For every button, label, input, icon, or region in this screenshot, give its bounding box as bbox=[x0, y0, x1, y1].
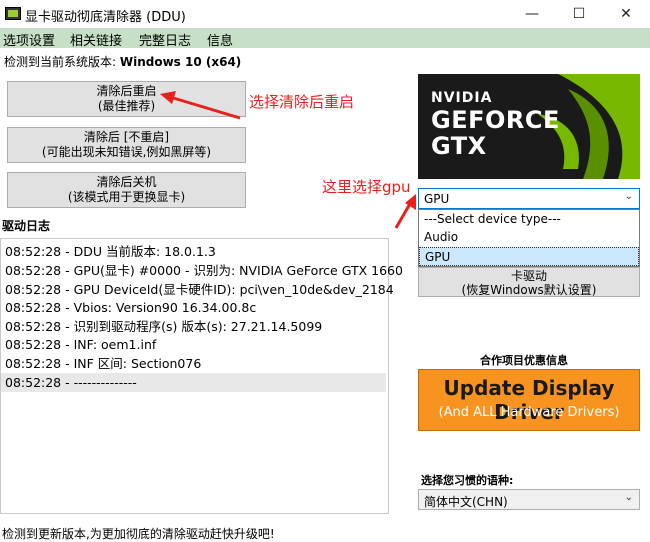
option-gpu[interactable]: GPU bbox=[419, 247, 639, 266]
annotation-gpu: 这里选择gpu bbox=[322, 178, 411, 196]
annotation-restart: 选择清除后重启 bbox=[249, 93, 355, 111]
log-label: 驱动日志 bbox=[2, 219, 51, 233]
arrow-to-gpu-select bbox=[394, 194, 416, 229]
nvidia-geforce-gtx-logo: NVIDIA GEFORCE GTX bbox=[418, 74, 640, 179]
option-select-device[interactable]: ---Select device type--- bbox=[419, 210, 639, 229]
device-type-dropdown[interactable]: ---Select device type--- Audio GPU bbox=[418, 209, 640, 267]
restore-sub: (恢复Windows默认设置) bbox=[461, 283, 597, 297]
log-row: 08:52:28 - 识别到驱动程序(s) 版本(s): 27.21.14.50… bbox=[5, 319, 323, 334]
log-row: 08:52:28 - INF 区间: Section076 bbox=[5, 356, 202, 371]
log-row: 08:52:28 - DDU 当前版本: 18.0.1.3 bbox=[5, 244, 216, 259]
log-row: 08:52:28 - Vbios: Version90 16.34.00.8c bbox=[5, 300, 257, 315]
log-row: 08:52:28 - GPU DeviceId(显卡硬件ID): pci\ven… bbox=[5, 282, 394, 297]
status-message: 检测到更新版本,为更加彻底的清除驱动赶快升级吧! bbox=[2, 527, 275, 541]
language-value: 简体中文(CHN) bbox=[424, 495, 508, 509]
promo-subtitle: (And ALL Hardware Drivers) bbox=[438, 405, 620, 420]
arrow-to-restart-button bbox=[160, 91, 241, 120]
option-audio[interactable]: Audio bbox=[419, 228, 639, 247]
log-row: 08:52:28 - GPU(显卡) #0000 - 识别为: NVIDIA G… bbox=[5, 263, 403, 278]
logo-line2: GTX bbox=[431, 132, 487, 160]
language-label: 选择您习惯的语种: bbox=[421, 474, 514, 487]
restore-defaults-button[interactable]: 卡驱动 (恢复Windows默认设置) bbox=[418, 267, 640, 297]
logo-line1: GEFORCE bbox=[431, 106, 560, 134]
chevron-down-icon: ⌄ bbox=[624, 492, 633, 503]
log-row: 08:52:28 - INF: oem1.inf bbox=[5, 337, 157, 352]
device-type-value: GPU bbox=[424, 192, 450, 206]
log-row-selected: 08:52:28 - -------------- bbox=[1, 373, 386, 392]
chevron-down-icon: ⌄ bbox=[624, 191, 633, 202]
log-list[interactable]: 08:52:28 - DDU 当前版本: 18.0.1.3 08:52:28 -… bbox=[0, 238, 403, 514]
restore-label: 卡驱动 bbox=[510, 269, 547, 283]
device-type-select[interactable]: GPU ⌄ bbox=[418, 188, 640, 209]
language-select[interactable]: 简体中文(CHN) ⌄ bbox=[418, 489, 640, 510]
update-driver-banner[interactable]: Update Display Driver (And ALL Hardware … bbox=[418, 369, 640, 431]
logo-brand: NVIDIA bbox=[431, 90, 493, 106]
promo-label: 合作项目优惠信息 bbox=[480, 354, 568, 367]
